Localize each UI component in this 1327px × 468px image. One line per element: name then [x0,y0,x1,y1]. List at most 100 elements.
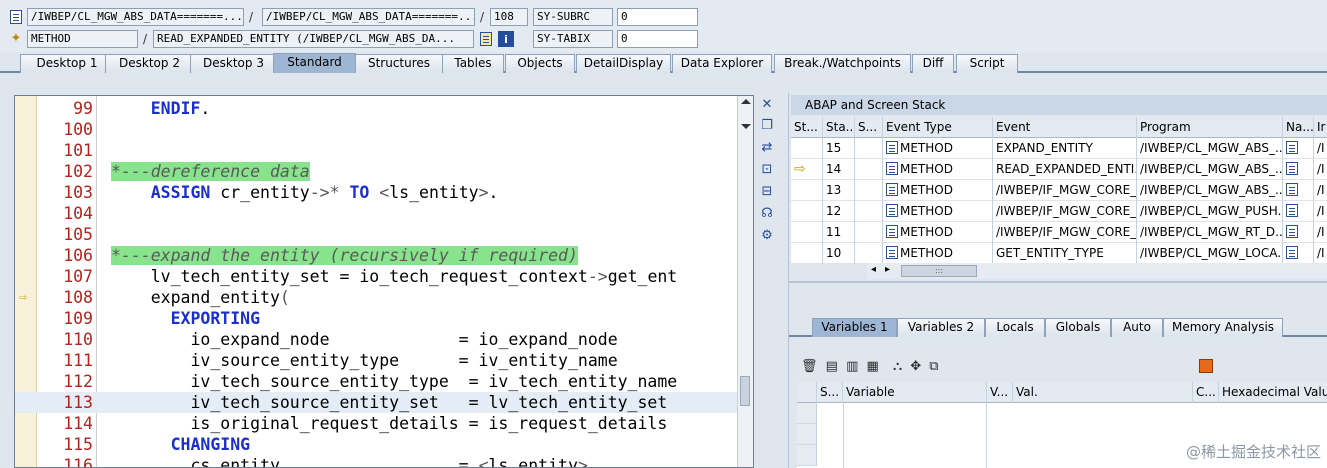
tab-detaildisplay[interactable]: DetailDisplay [576,54,671,73]
variable-name-cells[interactable] [843,403,987,468]
maximize-tool-icon[interactable]: ⊡ [759,162,775,178]
sysvar-name-field[interactable]: SY-TABIX [533,30,613,48]
structure-icon[interactable]: ⛬ [893,359,904,374]
line-number: 109 [63,309,93,328]
col-var-c[interactable]: C... [1193,382,1219,403]
tab-objects[interactable]: Objects [505,54,575,73]
code-scrollbar[interactable] [737,96,753,467]
tab-desktop-1[interactable]: Desktop 1 [20,54,114,73]
table-icon[interactable]: ▤ [826,359,840,374]
stack-row[interactable]: 15 METHOD EXPAND_ENTITY/IWBEP/CL_MGW_ABS_.… [791,138,1327,159]
stack-row[interactable]: 12 METHOD/IWBEP/IF_MGW_CORE_.../IWBEP/CL_… [791,201,1327,222]
settings-tool-icon[interactable]: ⚙ [759,228,775,244]
code-line[interactable]: 106 *---expand the entity (recursively if… [15,245,739,266]
tab-data-explorer[interactable]: Data Explorer [672,54,772,73]
main-program-field[interactable]: /IWBEP/CL_MGW_ABS_DATA=======... [27,8,244,26]
swap-tool-icon[interactable]: ⇄ [759,140,775,156]
col-hex-value[interactable]: Hexadecimal Value [1219,382,1327,403]
code-line[interactable]: 114 is_original_request_details = is_req… [15,413,739,434]
move-icon[interactable]: ✥ [910,359,923,374]
info-icon[interactable]: i [498,31,514,47]
service-tool-icon[interactable]: ☊ [759,206,775,222]
var-row-selector[interactable] [797,445,817,466]
sysvar-value-field[interactable]: 0 [617,30,698,48]
col-event[interactable]: Event [993,117,1137,138]
col-value[interactable]: Val. [1013,382,1193,403]
col-include[interactable]: Ir [1314,117,1327,138]
copy-icon[interactable]: ⧉ [929,359,940,374]
tab-memory-analysis[interactable]: Memory Analysis [1163,318,1283,337]
tab-script[interactable]: Script [956,54,1018,73]
table-save-icon[interactable]: ▥ [846,359,860,374]
code-line[interactable]: 113 iv_tech_source_entity_set = lv_tech_… [15,392,739,413]
tab-desktop-2[interactable]: Desktop 2 [105,54,194,73]
code-line[interactable]: 102 *---dereference data [15,161,739,182]
code-line[interactable]: 108 ⇨ expand_entity( [15,287,739,308]
event-name-field[interactable]: READ_EXPANDED_ENTITY (/IWBEP/CL_MGW_ABS_… [153,30,474,48]
code-line[interactable]: 112 iv_tech_source_entity_type = iv_tech… [15,371,739,392]
code-line[interactable]: 115 CHANGING [15,434,739,455]
stack-row[interactable]: 10 METHOD GET_ENTITY_TYPE/IWBEP/CL_MGW_LOC… [791,243,1327,264]
tab-structures[interactable]: Structures [355,54,443,73]
tab-standard[interactable]: Standard [273,53,356,73]
col-level[interactable]: Sta... [823,117,855,138]
code-line[interactable]: 101 [15,140,739,161]
col-status[interactable]: St... [791,117,823,138]
save-icon[interactable] [1199,359,1213,373]
col-program[interactable]: Program [1137,117,1283,138]
close-tool-icon[interactable]: ✕ [759,97,775,113]
source-code-panel[interactable]: 99 ENDIF. 100 101 102 *---dereference data 10… [14,95,754,468]
code-line[interactable]: 111 iv_source_entity_type = iv_entity_na… [15,350,739,371]
code-line[interactable]: 99 ENDIF. [15,98,739,119]
delete-icon[interactable]: 🗑 [801,359,820,374]
var-row-selector[interactable] [797,403,817,424]
tab-breakpoints[interactable]: Break./Watchpoints [774,54,911,73]
stack-row[interactable]: 11 METHOD/IWBEP/IF_MGW_CORE_.../IWBEP/CL_… [791,222,1327,243]
tab-diff[interactable]: Diff [912,54,954,73]
code-line[interactable]: 116 cs_entity = <ls_entity> [15,455,739,467]
navigate-icon[interactable] [478,31,494,47]
col-s[interactable]: S... [855,117,883,138]
split-tool-icon[interactable]: ⊟ [759,184,775,200]
stack-row[interactable]: 13 METHOD/IWBEP/IF_MGW_CORE_.../IWBEP/CL_… [791,180,1327,201]
code-line[interactable]: 100 [15,119,739,140]
tab-globals[interactable]: Globals [1045,318,1111,337]
tab-variables-1[interactable]: Variables 1 [812,318,897,337]
variables-grid-header: S... Variable V... Val. C... Hexadecimal… [797,382,1327,403]
tab-variables-2[interactable]: Variables 2 [897,318,985,337]
var-row-selector[interactable] [797,424,817,445]
hscroll-thumb[interactable]: ::: [901,265,977,277]
table-load-icon[interactable]: ▦ [867,359,881,374]
sysvar-name-field[interactable]: SY-SUBRC [533,8,613,26]
tab-locals[interactable]: Locals [985,318,1045,337]
code-line[interactable]: 105 [15,224,739,245]
tab-desktop-3[interactable]: Desktop 3 [190,54,277,73]
tab-tables[interactable]: Tables [442,54,504,73]
scroll-up-icon[interactable] [741,99,751,104]
code-line[interactable]: 110 io_expand_node = io_expand_node [15,329,739,350]
stack-hscrollbar[interactable]: ◂ ▸ ::: [867,263,1327,279]
method-icon [886,141,898,154]
code-line[interactable]: 107 lv_tech_entity_set = io_tech_request… [15,266,739,287]
event-type-field[interactable]: METHOD [27,30,138,48]
sysvar-value-field[interactable]: 0 [617,8,698,26]
scroll-down-icon[interactable] [741,124,751,129]
scroll-left-icon[interactable]: ◂ [871,264,876,275]
new-tool-icon[interactable]: ❐ [759,118,775,134]
col-event-type[interactable]: Event Type [883,117,993,138]
code-line[interactable]: 104 [15,203,739,224]
code-line[interactable]: 109 EXPORTING [15,308,739,329]
col-name[interactable]: Na... [1283,117,1314,138]
include-field[interactable]: /IWBEP/CL_MGW_ABS_DATA=======... [262,8,475,26]
stack-row[interactable]: ⇨ 14 METHOD READ_EXPANDED_ENTI.../IWBEP/CL_… [791,159,1327,180]
method-icon [1286,246,1298,259]
current-line-arrow-icon: ⇨ [19,290,27,305]
col-var-s[interactable]: S... [817,382,843,403]
col-variable[interactable]: Variable [843,382,987,403]
col-var-v[interactable]: V... [987,382,1013,403]
code-line[interactable]: 103 ASSIGN cr_entity->* TO <ls_entity>. [15,182,739,203]
tab-auto[interactable]: Auto [1111,318,1163,337]
scroll-thumb[interactable] [740,376,750,406]
scroll-right-icon[interactable]: ▸ [885,264,890,275]
line-field[interactable]: 108 [490,8,528,26]
